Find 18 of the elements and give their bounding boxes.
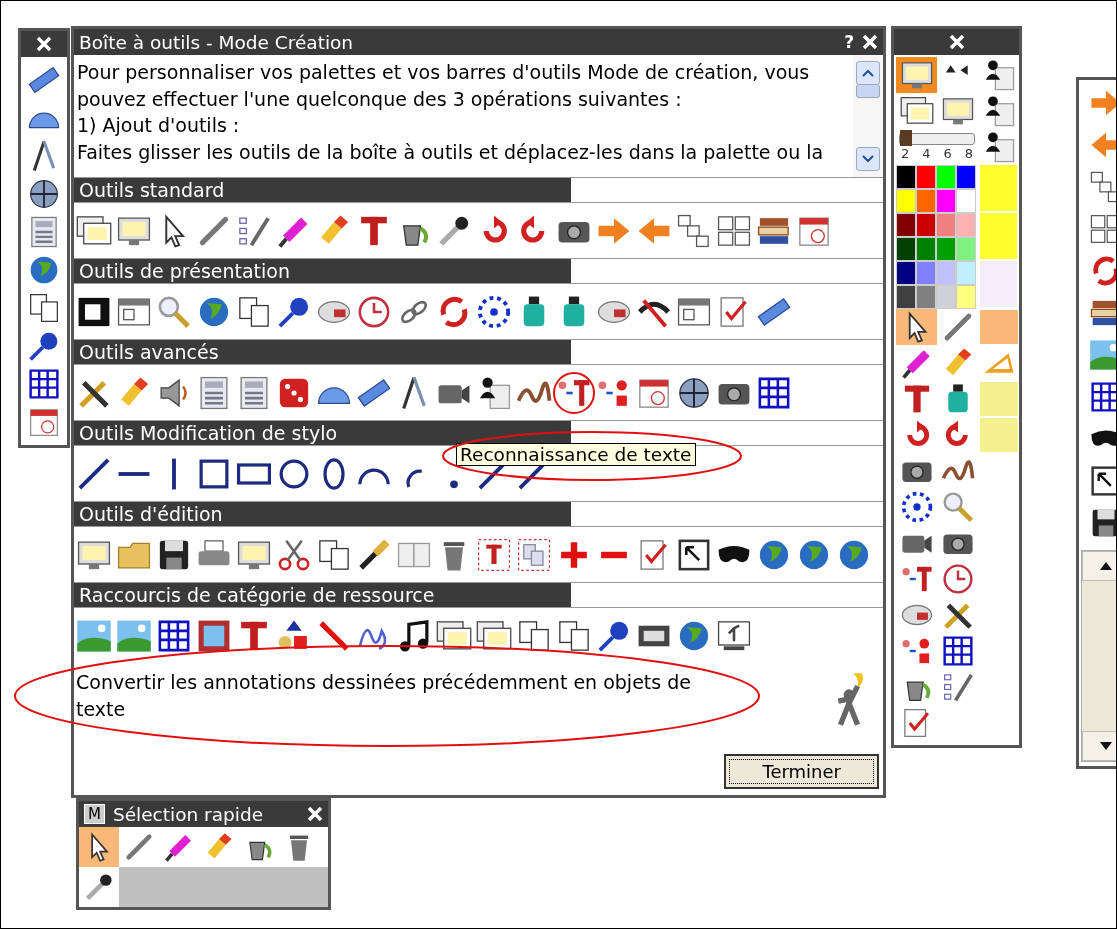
section-header: Outils Modification de stylo xyxy=(74,421,571,445)
width-label: 2 xyxy=(901,146,910,161)
section-header: Raccourcis de catégorie de ressource xyxy=(74,583,571,607)
intro-text-line: Faites glisser les outils de la boîte à outils et déplacez-les dans la palette ou la xyxy=(77,139,825,165)
intro-text-line: pouvez effectuer l'une quelconque des 3 opérations suivantes : xyxy=(77,86,683,112)
window-title: Boîte à outils - Mode Création xyxy=(79,31,354,53)
width-label: 6 xyxy=(943,146,952,161)
width-label: 8 xyxy=(964,146,973,161)
window-title: Sélection rapide xyxy=(112,803,265,825)
intro-text-line: 1) Ajout d'outils : xyxy=(77,113,241,138)
tool-description: Convertir les annotations dessinées précédemment en objets de texte xyxy=(76,670,691,722)
intro-text-line: Pour personnaliser vos palettes et vos barres d'outils Mode de création, vous xyxy=(77,60,811,85)
section-header: Outils standard xyxy=(74,178,571,202)
section-header: Outils de présentation xyxy=(74,259,571,283)
width-label: 4 xyxy=(922,146,931,161)
section-header: Outils avancés xyxy=(74,340,571,364)
tooltip: Reconnaissance de texte xyxy=(456,443,696,466)
section-header: Outils d'édition xyxy=(74,502,571,526)
